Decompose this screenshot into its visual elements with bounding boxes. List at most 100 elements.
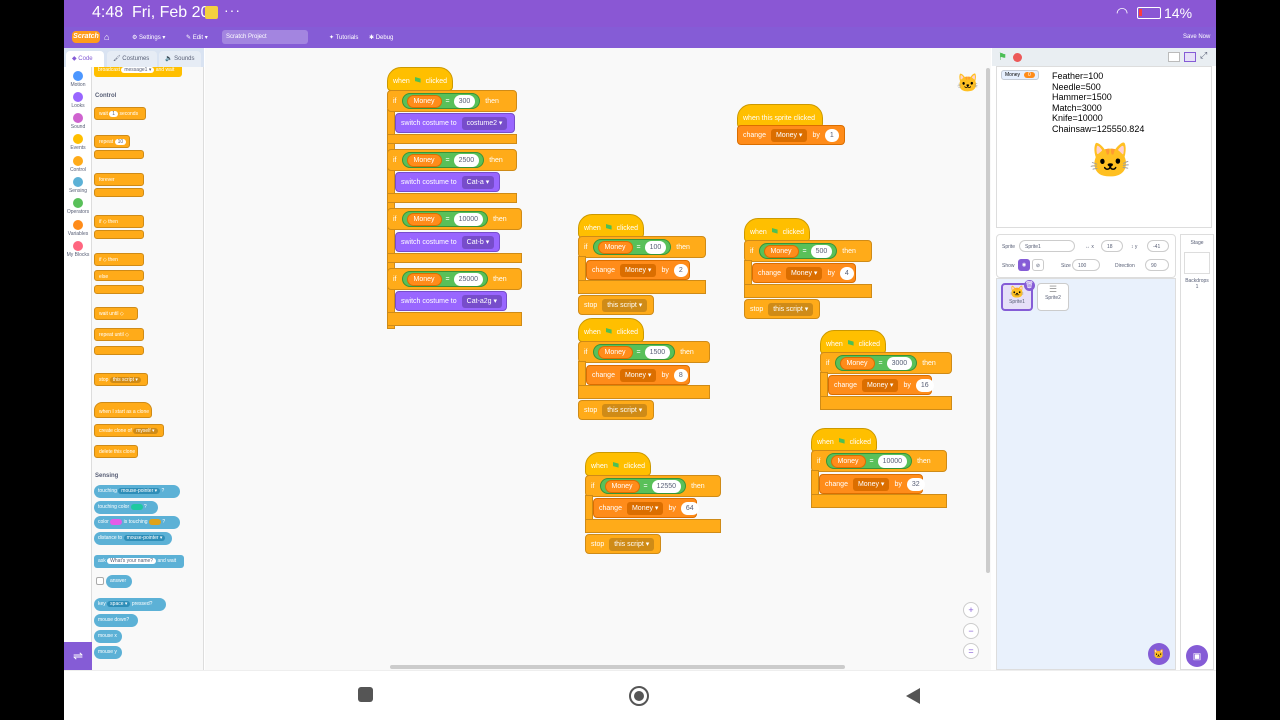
tab-code[interactable]: ◆ Code	[66, 51, 104, 67]
switch-costume-block[interactable]: switch costume to costume2 ▾	[395, 113, 515, 133]
zoom-in-button[interactable]: +	[963, 602, 979, 618]
if-money-10000-block[interactable]: if Money = 10000 then	[387, 208, 522, 230]
green-flag-button[interactable]: ⚑	[998, 52, 1007, 63]
category-motion[interactable]: Motion	[64, 71, 92, 88]
edit-menu[interactable]: ✎ Edit ▾	[186, 34, 208, 41]
home-button[interactable]	[629, 686, 649, 706]
large-stage-button[interactable]	[1184, 52, 1196, 62]
save-now-button[interactable]: Save Now	[1183, 34, 1210, 40]
when-flag-clicked-block[interactable]: when clicked	[811, 428, 877, 452]
tutorials-button[interactable]: ✦ Tutorials	[329, 34, 358, 41]
choose-backdrop-button[interactable]: ▣	[1186, 645, 1208, 667]
answer-checkbox[interactable]	[96, 577, 104, 585]
when-flag-clicked-block[interactable]: when clicked	[387, 67, 453, 91]
sprite-name-input[interactable]: Sprite1	[1019, 240, 1075, 252]
sprite-thumb-sprite2[interactable]: ☰ Sprite2	[1037, 283, 1069, 311]
debug-button[interactable]: ✱ Debug	[369, 34, 393, 41]
if-money-3000-block[interactable]: if Money = 3000 then	[820, 352, 952, 374]
hide-icon[interactable]: ⊘	[1032, 259, 1044, 271]
delete-sprite-icon[interactable]: 🗑	[1024, 280, 1035, 291]
repeat-block[interactable]: repeat 10	[94, 135, 130, 148]
delete-clone-block[interactable]: delete this clone	[94, 445, 138, 458]
settings-menu[interactable]: ⚙ Settings ▾	[132, 34, 165, 41]
when-flag-clicked-block[interactable]: when clicked	[578, 214, 644, 238]
repeat-until-block[interactable]: repeat until ◇	[94, 328, 144, 341]
stop-this-script-block[interactable]: stop this script ▾	[578, 295, 654, 315]
category-operators[interactable]: Operators	[64, 198, 92, 215]
category-looks[interactable]: Looks	[64, 92, 92, 109]
stop-this-script-block[interactable]: stop this script ▾	[744, 299, 820, 319]
category-my-blocks[interactable]: My Blocks	[64, 241, 92, 258]
touching-block[interactable]: touching mouse-pointer ▾ ?	[94, 485, 180, 498]
wait-until-block[interactable]: wait until ◇	[94, 307, 138, 320]
change-money-block[interactable]: change Money ▾ by 2	[586, 260, 690, 280]
if-money-2500-block[interactable]: if Money = 2500 then	[387, 149, 517, 171]
category-sound[interactable]: Sound	[64, 113, 92, 130]
recent-apps-button[interactable]	[358, 687, 373, 702]
mouse-down-block[interactable]: mouse down?	[94, 614, 138, 627]
stop-block[interactable]: stop this script ▾	[94, 373, 148, 386]
choose-sprite-button[interactable]: 🐱	[1148, 643, 1170, 665]
cat-sprite[interactable]: 🐱	[1089, 141, 1131, 181]
mouse-y-block[interactable]: mouse y	[94, 646, 122, 659]
add-extension-button[interactable]: ⇌	[64, 642, 92, 670]
color-touching-color-block[interactable]: color is touching ?	[94, 516, 180, 529]
change-money-block[interactable]: change Money ▾ by 4	[752, 263, 856, 283]
zoom-out-button[interactable]: −	[963, 623, 979, 639]
change-money-block[interactable]: change Money ▾ by 32	[819, 474, 925, 494]
stop-this-script-block[interactable]: stop this script ▾	[585, 534, 661, 554]
if-money-10000-block[interactable]: if Money = 10000 then	[811, 450, 947, 472]
wait-block[interactable]: wait 1 seconds	[94, 107, 146, 120]
zoom-reset-button[interactable]: =	[963, 643, 979, 659]
code-workspace[interactable]: 🐱 when clicked if Money = 300 then switch cos…	[205, 48, 991, 670]
distance-to-block[interactable]: distance to mouse-pointer ▾	[94, 532, 172, 545]
category-variables[interactable]: Variables	[64, 220, 92, 237]
if-then-block[interactable]: if ◇ then	[94, 215, 144, 228]
horizontal-scrollbar[interactable]	[390, 665, 845, 669]
tab-sounds[interactable]: 🔈 Sounds	[159, 51, 201, 67]
if-money-1500-block[interactable]: if Money = 1500 then	[578, 341, 710, 363]
category-sensing[interactable]: Sensing	[64, 177, 92, 194]
x-input[interactable]: 18	[1101, 240, 1123, 252]
direction-input[interactable]: 90	[1145, 259, 1169, 271]
when-start-as-clone-block[interactable]: when I start as a clone	[94, 402, 152, 418]
stop-this-script-block[interactable]: stop this script ▾	[578, 400, 654, 420]
home-icon[interactable]: ⌂	[104, 32, 109, 42]
change-money-block[interactable]: change Money ▾ by 1	[737, 125, 845, 145]
broadcast-and-wait-block[interactable]: broadcast message1 ▾ and wait	[94, 67, 182, 77]
scratch-logo[interactable]: Scratch	[72, 31, 100, 43]
when-flag-clicked-block[interactable]: when clicked	[585, 452, 651, 476]
when-flag-clicked-block[interactable]: when clicked	[820, 330, 886, 354]
when-flag-clicked-block[interactable]: when clicked	[578, 318, 644, 342]
if-money-12550-block[interactable]: if Money = 12550 then	[585, 475, 721, 497]
change-money-block[interactable]: change Money ▾ by 8	[586, 365, 690, 385]
when-flag-clicked-block[interactable]: when clicked	[744, 218, 810, 242]
if-money-300-block[interactable]: if Money = 300 then	[387, 90, 517, 112]
answer-reporter[interactable]: answer	[106, 575, 132, 588]
category-control[interactable]: Control	[64, 156, 92, 173]
stop-button[interactable]	[1013, 53, 1022, 62]
if-else-block[interactable]: if ◇ then	[94, 253, 144, 266]
fullscreen-icon[interactable]: ⤢	[1200, 50, 1207, 61]
switch-costume-block[interactable]: switch costume to Cat-b ▾	[395, 232, 500, 252]
vertical-scrollbar[interactable]	[986, 68, 990, 573]
small-stage-button[interactable]	[1168, 52, 1180, 62]
touching-color-block[interactable]: touching color ?	[94, 501, 158, 514]
category-events[interactable]: Events	[64, 134, 92, 151]
forever-block[interactable]: forever	[94, 173, 144, 186]
back-button[interactable]	[906, 688, 920, 704]
y-input[interactable]: -41	[1147, 240, 1169, 252]
if-money-100-block[interactable]: if Money = 100 then	[578, 236, 706, 258]
key-pressed-block[interactable]: key space ▾ pressed?	[94, 598, 166, 611]
mouse-x-block[interactable]: mouse x	[94, 630, 122, 643]
stage-canvas[interactable]: Money 0 Feather=100 Needle=500 Hammer=15…	[996, 66, 1212, 228]
stage-selector[interactable]: Stage Backdrops 1 ▣	[1180, 234, 1214, 670]
change-money-block[interactable]: change Money ▾ by 16	[828, 375, 934, 395]
show-visible-icon[interactable]: ◉	[1018, 259, 1030, 271]
project-title-input[interactable]: Scratch Project	[222, 30, 308, 44]
switch-costume-block[interactable]: switch costume to Cat-a2g ▾	[395, 291, 507, 311]
if-money-25000-block[interactable]: if Money = 25000 then	[387, 268, 522, 290]
tab-costumes[interactable]: 🖌 Costumes	[107, 51, 157, 67]
change-money-block[interactable]: change Money ▾ by 64	[593, 498, 699, 518]
size-input[interactable]: 100	[1072, 259, 1100, 271]
